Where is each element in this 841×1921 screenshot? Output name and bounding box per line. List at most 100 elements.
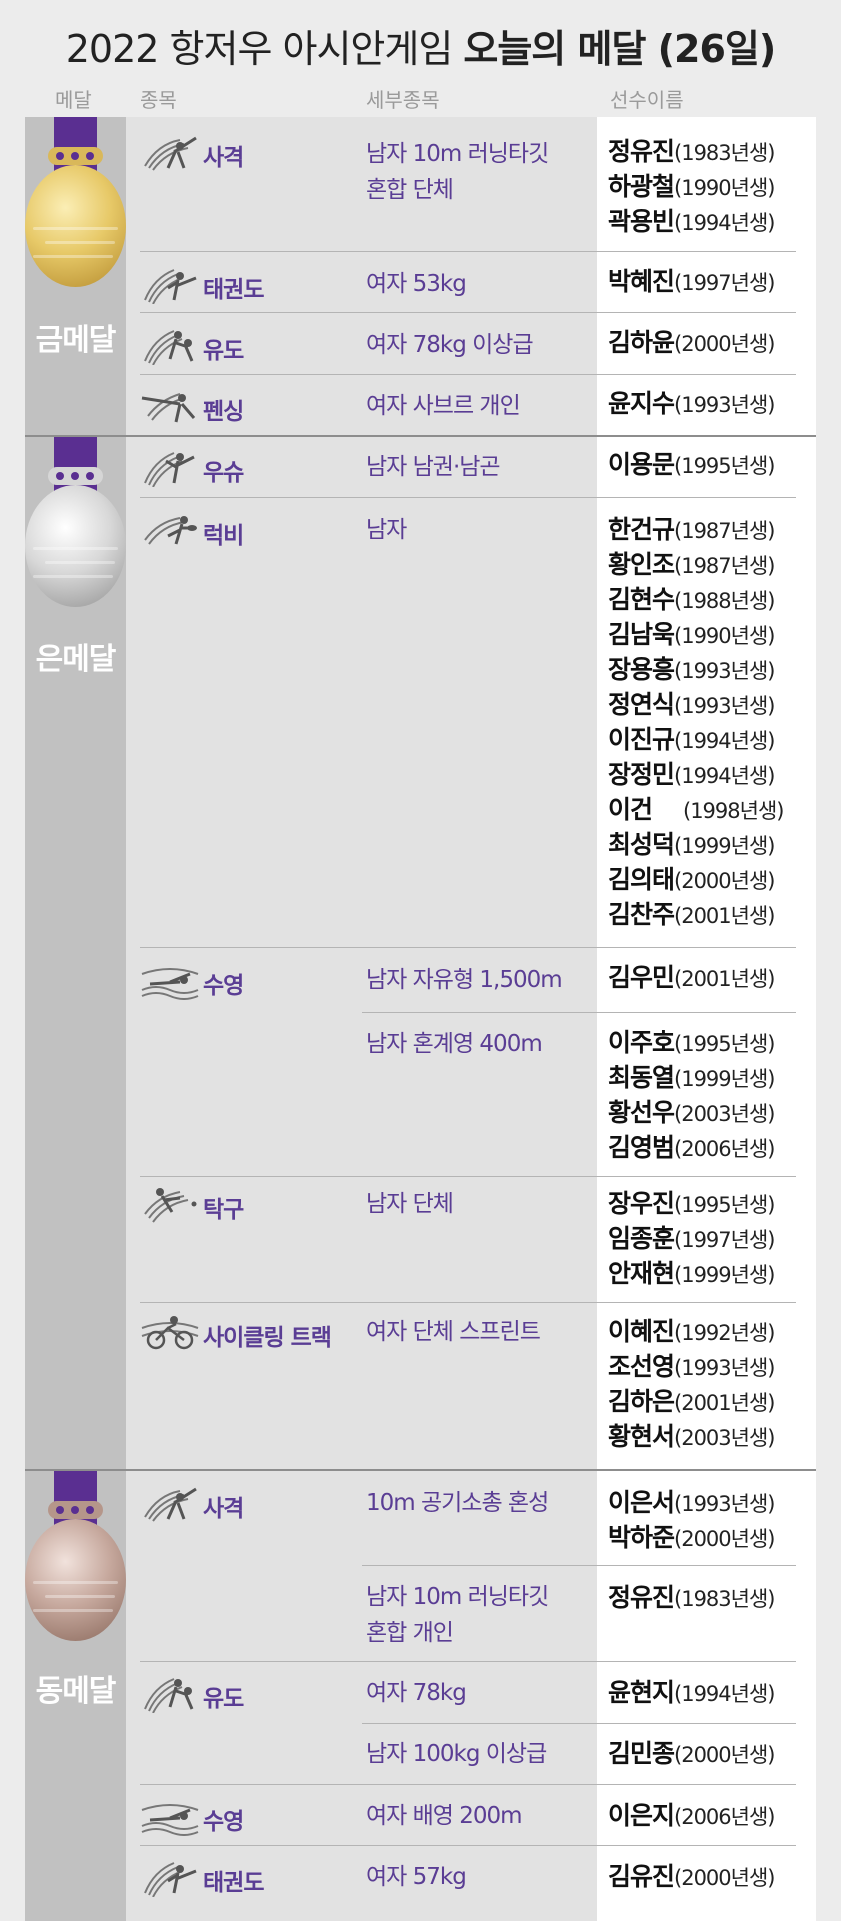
athlete-name: 이혜진 <box>608 1317 675 1346</box>
event-name: 여자 53kg <box>366 271 467 297</box>
athlete-birth-year: (1993년생) <box>674 659 775 683</box>
sport-name: 수영 <box>203 973 244 999</box>
athlete-birth-year: (2000년생) <box>674 1866 775 1890</box>
page-title: 2022 항저우 아시안게임 오늘의 메달 (26일) <box>0 18 841 73</box>
athlete-row: 윤현지(1994년생) <box>608 1675 818 1710</box>
event-name: 남자 <box>366 517 407 543</box>
athlete-birth-year: (1990년생) <box>674 176 775 200</box>
athlete-name: 황인조 <box>608 550 675 579</box>
title-text: 2022 항저우 아시안게임 <box>65 27 464 71</box>
row-divider <box>140 1661 796 1662</box>
athlete-row: 김의태(2000년생) <box>608 862 818 897</box>
sport-name: 펜싱 <box>203 399 244 425</box>
athlete-birth-year: (1997년생) <box>674 271 775 295</box>
rugby-icon <box>144 516 197 545</box>
athlete-birth-year: (1992년생) <box>674 1321 775 1345</box>
athlete-name: 김찬주 <box>608 900 675 929</box>
cycling-icon <box>141 1316 199 1350</box>
athlete-name: 김유진 <box>608 1862 675 1891</box>
medal-clasp <box>48 467 103 485</box>
athlete-list: 이은서(1993년생) 박하준(2000년생) <box>608 1485 818 1555</box>
shooting-icon <box>144 136 197 171</box>
athlete-birth-year: (1993년생) <box>674 393 775 417</box>
athlete-row: 정유진(1983년생) <box>608 1580 818 1615</box>
section-divider <box>25 435 816 437</box>
athlete-birth-year: (1983년생) <box>674 1587 775 1611</box>
row-divider <box>140 312 796 313</box>
title-highlight: 오늘의 메달 (26일) <box>463 27 776 71</box>
swimming-icon <box>141 1804 199 1836</box>
athlete-row: 곽용빈(1994년생) <box>608 204 818 239</box>
athlete-row: 최동열(1999년생) <box>608 1060 818 1095</box>
athlete-name: 윤지수 <box>608 389 675 418</box>
event-name: 여자 사브르 개인 <box>366 393 521 419</box>
judo-icon <box>144 330 194 365</box>
event-name: 10m 공기소총 혼성 <box>366 1490 549 1516</box>
athlete-row: 김하윤(2000년생) <box>608 325 818 360</box>
athlete-list: 정유진(1983년생) <box>608 1580 818 1615</box>
athlete-birth-year: (2001년생) <box>674 1391 775 1415</box>
athlete-list: 이은지(2006년생) <box>608 1798 818 1833</box>
athlete-birth-year: (2006년생) <box>674 1805 775 1829</box>
athlete-birth-year: (1990년생) <box>674 624 775 648</box>
athlete-birth-year: (2001년생) <box>674 967 775 991</box>
athlete-birth-year: (1993년생) <box>674 694 775 718</box>
sport-name: 사격 <box>203 145 244 171</box>
sport-name: 유도 <box>203 1686 244 1712</box>
athlete-row: 임종훈(1997년생) <box>608 1221 818 1256</box>
athlete-birth-year: (1995년생) <box>674 1193 775 1217</box>
athlete-row: 이진규(1994년생) <box>608 722 818 757</box>
taekwondo-icon <box>144 269 197 304</box>
sport-name: 럭비 <box>203 523 244 549</box>
athlete-name: 김하은 <box>608 1387 675 1416</box>
athlete-birth-year: (1994년생) <box>674 764 775 788</box>
sport-name: 우슈 <box>203 460 244 486</box>
athlete-birth-year: (1994년생) <box>674 729 775 753</box>
athlete-birth-year: (1993년생) <box>674 1492 775 1516</box>
athlete-row: 김민종(2000년생) <box>608 1736 818 1771</box>
athlete-name: 이건 <box>608 795 653 824</box>
athlete-row: 안재현(1999년생) <box>608 1256 818 1291</box>
athlete-row: 김영범(2006년생) <box>608 1130 818 1165</box>
athlete-birth-year: (2001년생) <box>674 904 775 928</box>
athlete-name: 이주호 <box>608 1028 675 1057</box>
athlete-birth-year: (2000년생) <box>674 332 775 356</box>
athlete-row: 김우민(2001년생) <box>608 960 818 995</box>
athlete-name: 임종훈 <box>608 1224 675 1253</box>
athlete-row: 김현수(1988년생) <box>608 582 818 617</box>
athlete-row: 정연식(1993년생) <box>608 687 818 722</box>
athlete-birth-year: (1987년생) <box>674 519 775 543</box>
event-name: 여자 78kg <box>366 1680 467 1706</box>
athlete-row: 정유진(1983년생) <box>608 134 818 169</box>
athlete-name: 박하준 <box>608 1523 675 1552</box>
athlete-name: 정연식 <box>608 690 675 719</box>
sport-name: 수영 <box>203 1809 244 1835</box>
header-medal: 메달 <box>55 88 92 112</box>
athlete-row: 이건 (1998년생) <box>608 792 818 827</box>
athlete-birth-year: (2003년생) <box>674 1426 775 1450</box>
athlete-name: 장용흥 <box>608 655 675 684</box>
row-divider <box>140 497 796 498</box>
athlete-list: 김하윤(2000년생) <box>608 325 818 360</box>
athlete-list: 정유진(1983년생) 하광철(1990년생) 곽용빈(1994년생) <box>608 134 818 239</box>
athlete-list: 이혜진(1992년생) 조선영(1993년생) 김하은(2001년생) 황현서(… <box>608 1314 818 1454</box>
athlete-row: 윤지수(1993년생) <box>608 386 818 421</box>
medal-label-bronze: 동메달 <box>35 1674 117 1709</box>
athlete-row: 박하준(2000년생) <box>608 1520 818 1555</box>
swimming-icon <box>141 968 199 1000</box>
athlete-birth-year: (1995년생) <box>674 1032 775 1056</box>
athlete-row: 김남욱(1990년생) <box>608 617 818 652</box>
athlete-row: 장우진(1995년생) <box>608 1186 818 1221</box>
athlete-name: 박혜진 <box>608 267 675 296</box>
athlete-name: 김의태 <box>608 865 675 894</box>
row-divider <box>140 374 796 375</box>
athlete-birth-year: (1993년생) <box>674 1356 775 1380</box>
athlete-name: 이은지 <box>608 1801 675 1830</box>
event-name: 남자 단체 <box>366 1191 454 1217</box>
row-divider <box>140 1302 796 1303</box>
athlete-birth-year: (1998년생) <box>683 799 784 823</box>
bronze-medal-icon <box>25 1519 126 1641</box>
athlete-birth-year: (1983년생) <box>674 141 775 165</box>
table-tennis-icon <box>144 1188 197 1223</box>
athlete-name: 최성덕 <box>608 830 675 859</box>
